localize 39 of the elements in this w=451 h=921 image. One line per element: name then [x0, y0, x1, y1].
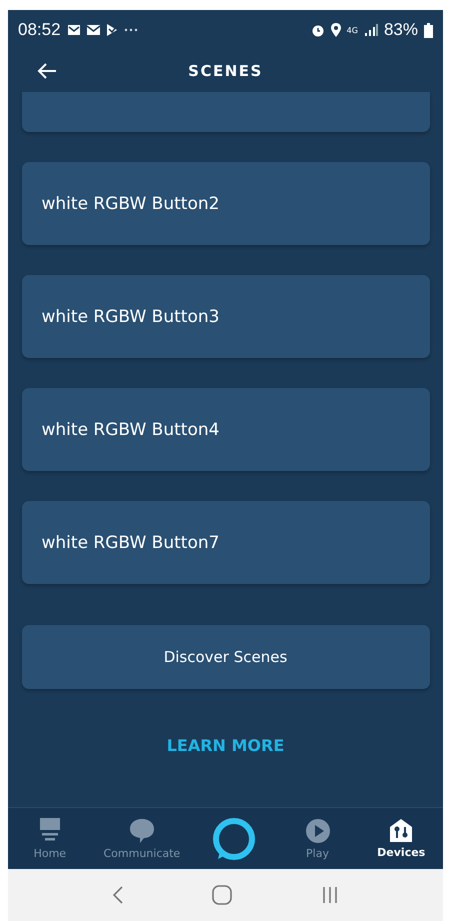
more-icon	[124, 28, 138, 32]
tab-label: Home	[34, 846, 66, 860]
tab-button[interactable]: Home	[8, 808, 92, 869]
scene-label: white RGBW Button7	[42, 532, 220, 552]
chevron-left-icon	[112, 886, 123, 904]
flag-icon	[106, 24, 118, 36]
tab-button[interactable]: Play	[276, 808, 360, 869]
scene-card[interactable]: white RGBW Button7	[22, 501, 430, 584]
learn-more-link[interactable]: LEARN MORE	[166, 736, 284, 755]
scene-label: white RGBW Button4	[42, 420, 220, 440]
scene-card[interactable]: white RGBW Button3	[22, 275, 430, 358]
speech-bubble-icon	[128, 818, 155, 844]
rounded-square-icon	[212, 885, 232, 905]
discover-scenes-button[interactable]: Discover Scenes	[22, 625, 430, 689]
status-time: 08:52	[18, 20, 61, 40]
signal-icon	[364, 24, 378, 36]
scene-card[interactable]: white RGBW Button2	[22, 162, 430, 245]
house-icon	[389, 818, 414, 843]
tab-label: Communicate	[103, 846, 180, 860]
ring-icon	[212, 816, 256, 860]
arrow-left-icon	[37, 63, 57, 79]
three-lines-icon	[322, 886, 338, 904]
location-icon	[330, 23, 341, 37]
page-title: SCENES	[187, 62, 264, 80]
tab-button[interactable]: Communicate	[92, 808, 192, 869]
scene-card[interactable]: white RGBW Button4	[22, 388, 430, 471]
scene-label: white RGBW Button2	[42, 194, 220, 214]
tab-label: Play	[306, 846, 329, 860]
battery-icon	[424, 22, 433, 38]
alarm-icon	[310, 23, 325, 37]
play-icon	[304, 818, 331, 844]
back-button[interactable]	[37, 63, 57, 79]
battery-percent: 83%	[384, 20, 418, 40]
mail-icon	[66, 24, 81, 36]
tab-button[interactable]: Devices	[359, 808, 444, 869]
network-label: 4G	[346, 26, 358, 34]
tab-label: Devices	[377, 846, 426, 859]
scene-label: white RGBW Button3	[42, 306, 220, 326]
envelope-icon	[86, 25, 100, 35]
